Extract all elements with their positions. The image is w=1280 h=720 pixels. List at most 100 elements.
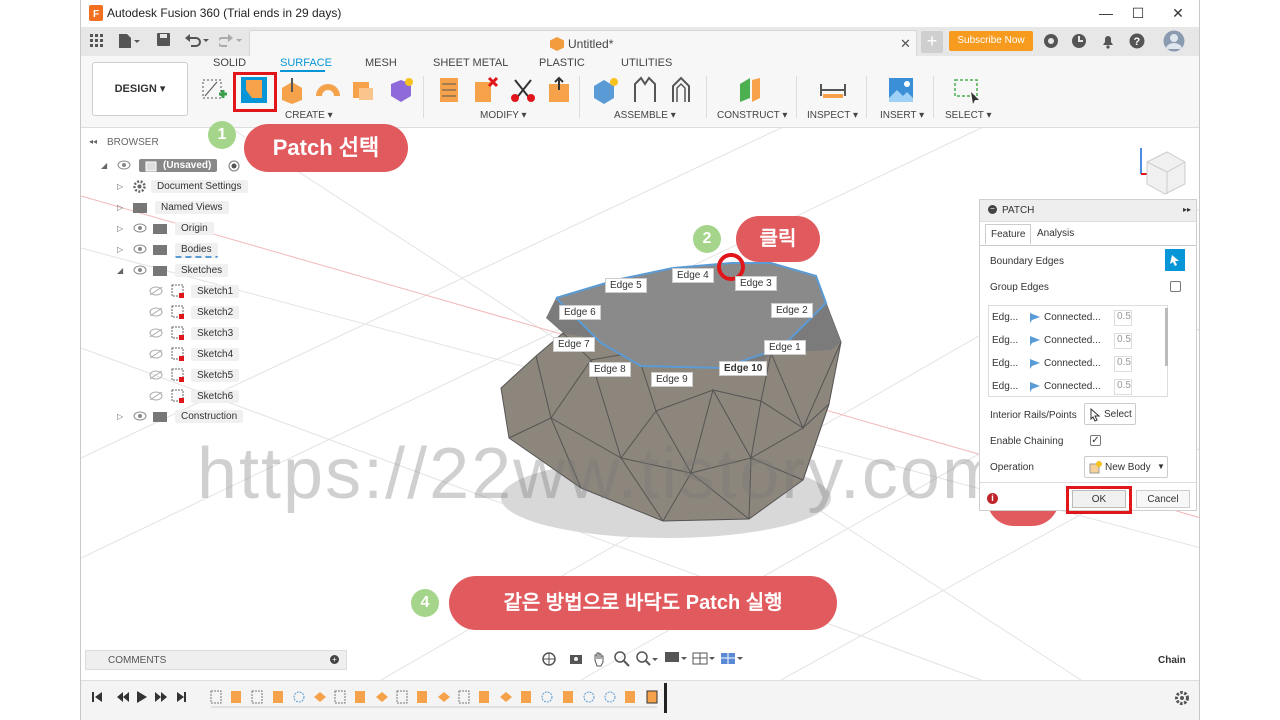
- radio-activate-icon[interactable]: [228, 160, 240, 172]
- tab-plastic[interactable]: PLASTIC: [539, 57, 585, 69]
- visibility-eye-icon[interactable]: [133, 411, 147, 421]
- enable-chaining-checkbox[interactable]: ✓: [1090, 435, 1101, 446]
- split-body-icon[interactable]: [509, 76, 537, 104]
- tab-utilities[interactable]: UTILITIES: [621, 57, 672, 69]
- ok-button[interactable]: OK: [1072, 490, 1126, 508]
- save-icon[interactable]: [157, 33, 171, 47]
- maximize-button[interactable]: ☐: [1123, 4, 1153, 22]
- modify-group-label[interactable]: MODIFY ▾: [480, 110, 527, 121]
- hidden-eye-icon[interactable]: [149, 391, 163, 401]
- hidden-eye-icon[interactable]: [149, 286, 163, 296]
- minimize-button[interactable]: —: [1091, 4, 1121, 22]
- list-scrollbar[interactable]: [1165, 308, 1168, 366]
- group-edges-checkbox[interactable]: [1170, 281, 1181, 292]
- workspace-switcher[interactable]: DESIGN ▾: [92, 62, 188, 116]
- edge-row-type[interactable]: Connected...: [1044, 312, 1101, 323]
- joint-icon[interactable]: [631, 76, 659, 104]
- inspect-group-label[interactable]: INSPECT ▾: [807, 110, 858, 121]
- visibility-eye-icon[interactable]: [133, 265, 147, 275]
- edge-label[interactable]: Edge 9: [651, 372, 693, 387]
- visibility-eye-icon[interactable]: [133, 244, 147, 254]
- edge-row-value[interactable]: 0.5: [1114, 379, 1132, 395]
- edge-label[interactable]: Edge 6: [559, 305, 601, 320]
- tab-mesh[interactable]: MESH: [365, 57, 397, 69]
- interior-select-button[interactable]: Select: [1084, 403, 1136, 425]
- select-group-label[interactable]: SELECT ▾: [945, 110, 992, 121]
- edge-row[interactable]: Edg... Connected... 0.5: [992, 356, 1162, 373]
- help-icon[interactable]: ?: [1129, 33, 1145, 49]
- hidden-eye-icon[interactable]: [149, 307, 163, 317]
- close-tab-button[interactable]: ✕: [900, 36, 911, 52]
- cancel-button[interactable]: Cancel: [1136, 490, 1190, 508]
- add-comment-icon[interactable]: +: [330, 655, 339, 664]
- fit-view-icon[interactable]: [636, 651, 658, 667]
- document-tab[interactable]: Untitled* ✕: [249, 30, 917, 56]
- create-group-label[interactable]: CREATE ▾: [285, 110, 333, 121]
- new-component-icon[interactable]: [592, 76, 620, 104]
- edge-row[interactable]: Edg... Connected... 0.5: [992, 333, 1162, 350]
- tab-solid[interactable]: SOLID: [213, 57, 246, 69]
- create-sketch-icon[interactable]: [201, 76, 229, 104]
- edge-selection-list[interactable]: Edg... Connected... 0.5 Edg... Connected…: [988, 305, 1168, 397]
- edge-label[interactable]: Edge 3: [735, 276, 777, 291]
- pan-hand-icon[interactable]: [592, 651, 606, 667]
- measure-icon[interactable]: [819, 76, 847, 104]
- file-icon[interactable]: [118, 33, 140, 49]
- edge-row-type[interactable]: Connected...: [1044, 381, 1101, 392]
- window-select-icon[interactable]: [953, 76, 981, 104]
- tab-analysis[interactable]: Analysis: [1032, 228, 1079, 239]
- offset-plane-icon[interactable]: [736, 76, 764, 104]
- new-tab-button[interactable]: +: [921, 31, 943, 53]
- edge-row-value[interactable]: 0.5: [1114, 310, 1132, 326]
- grid-menu-icon[interactable]: [90, 34, 104, 48]
- edge-label[interactable]: Edge 1: [764, 340, 806, 355]
- notification-bell-icon[interactable]: [1101, 33, 1115, 49]
- hidden-eye-icon[interactable]: [149, 370, 163, 380]
- operation-dropdown[interactable]: New Body ▼: [1084, 456, 1168, 478]
- edge-label[interactable]: Edge 10: [719, 361, 768, 376]
- grid-settings-icon[interactable]: [692, 651, 716, 667]
- construct-group-label[interactable]: CONSTRUCT ▾: [717, 110, 787, 121]
- user-avatar-icon[interactable]: [1163, 30, 1185, 52]
- tab-surface[interactable]: SURFACE: [280, 57, 332, 69]
- edge-row-value[interactable]: 0.5: [1114, 356, 1132, 372]
- edge-row-value[interactable]: 0.5: [1114, 333, 1132, 349]
- extrude-icon[interactable]: [278, 76, 306, 104]
- comments-panel[interactable]: COMMENTS +: [85, 650, 347, 670]
- timeline-settings-gear-icon[interactable]: [1174, 690, 1190, 706]
- edge-label[interactable]: Edge 8: [589, 362, 631, 377]
- timeline-features[interactable]: [209, 689, 661, 711]
- display-settings-icon[interactable]: [664, 651, 688, 667]
- edge-label[interactable]: Edge 7: [553, 337, 595, 352]
- zoom-icon[interactable]: [614, 651, 630, 667]
- extend-icon[interactable]: [545, 76, 573, 104]
- edge-label[interactable]: Edge 2: [771, 303, 813, 318]
- extensions-icon[interactable]: [1043, 33, 1059, 49]
- edge-row[interactable]: Edg... Connected... 0.5: [992, 379, 1162, 396]
- tab-feature[interactable]: Feature: [985, 224, 1032, 244]
- viewports-icon[interactable]: [720, 651, 744, 667]
- subscribe-button[interactable]: Subscribe Now: [949, 31, 1033, 51]
- minus-icon[interactable]: −: [988, 205, 997, 214]
- patch-icon[interactable]: [240, 76, 268, 104]
- edge-label[interactable]: Edge 4: [672, 268, 714, 283]
- redo-icon[interactable]: [219, 33, 245, 47]
- close-window-button[interactable]: ✕: [1163, 4, 1193, 22]
- orbit-icon[interactable]: [541, 651, 557, 667]
- trim-icon[interactable]: [436, 76, 464, 104]
- visibility-eye-icon[interactable]: [117, 160, 131, 170]
- boundary-edges-select[interactable]: [1165, 249, 1185, 271]
- hidden-eye-icon[interactable]: [149, 328, 163, 338]
- edge-row[interactable]: Edg... Connected... 0.5: [992, 310, 1162, 327]
- assemble-group-label[interactable]: ASSEMBLE ▾: [614, 110, 676, 121]
- visibility-eye-icon[interactable]: [133, 223, 147, 233]
- delete-face-icon[interactable]: [473, 76, 501, 104]
- as-built-joint-icon[interactable]: [667, 76, 695, 104]
- offset-icon[interactable]: [349, 76, 377, 104]
- boundary-fill-icon[interactable]: [387, 76, 415, 104]
- edge-row-type[interactable]: Connected...: [1044, 358, 1101, 369]
- edge-row-type[interactable]: Connected...: [1044, 335, 1101, 346]
- expand-icon[interactable]: ▸▸: [1183, 205, 1191, 214]
- undo-icon[interactable]: [185, 33, 211, 47]
- patch-header[interactable]: − PATCH ▸▸: [980, 200, 1196, 222]
